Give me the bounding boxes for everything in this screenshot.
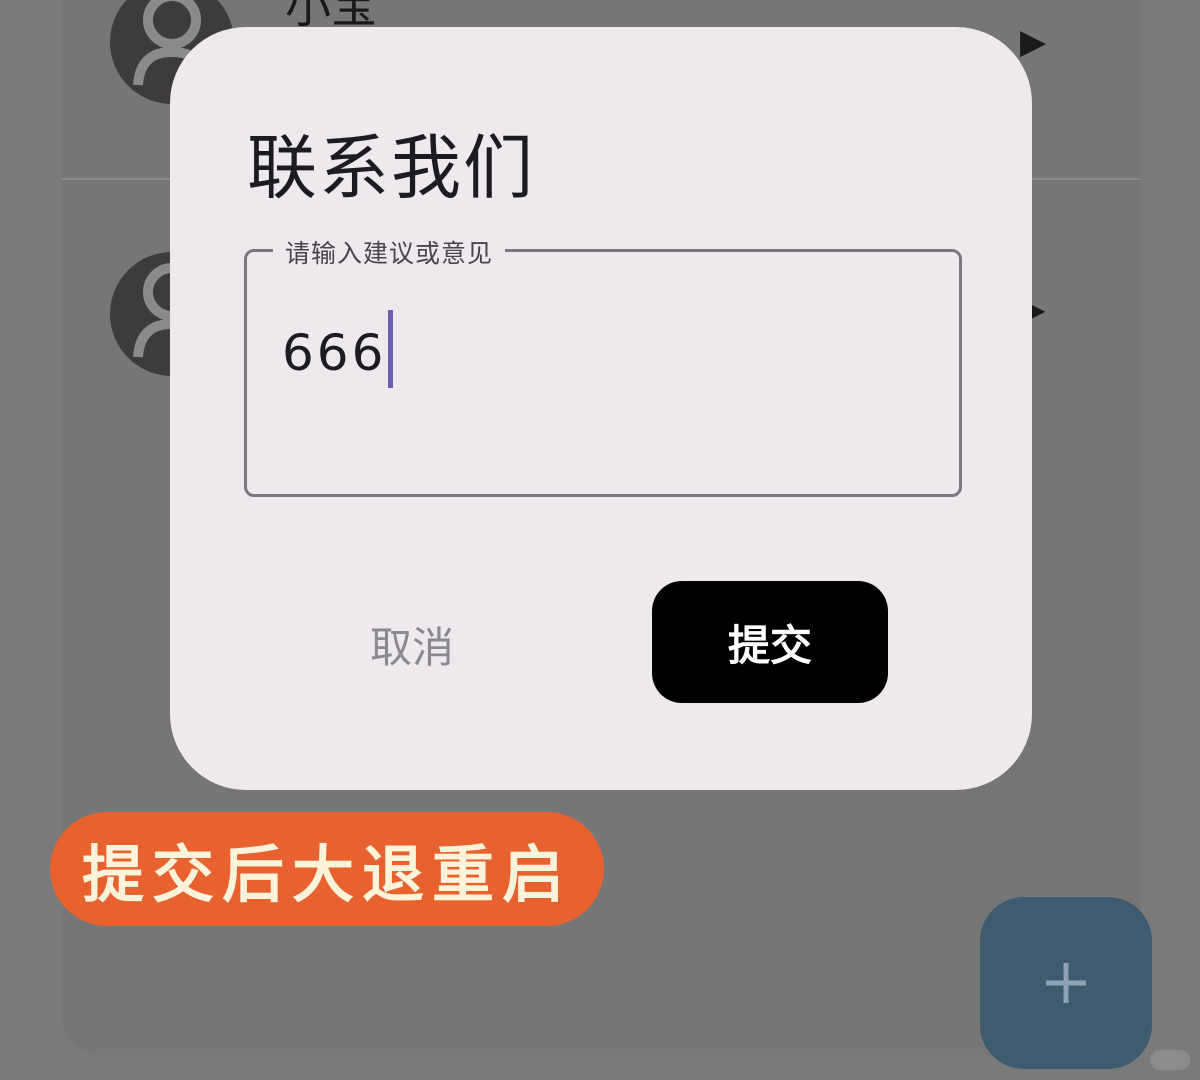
watermark	[1150, 1050, 1190, 1070]
feedback-textarea[interactable]: 请输入建议或意见 666	[244, 234, 962, 497]
text-caret	[388, 310, 394, 388]
chevron-right-icon[interactable]: ▶	[1020, 22, 1046, 62]
dialog-title: 联系我们	[247, 127, 535, 209]
feedback-field-label: 请输入建议或意见	[273, 234, 506, 270]
chevron-right-icon[interactable]: ▶	[1030, 298, 1045, 322]
submit-button[interactable]: 提交	[652, 581, 888, 703]
feedback-field-value[interactable]: 666	[282, 310, 394, 388]
add-fab-button[interactable]	[980, 897, 1152, 1069]
contact-dialog: 联系我们 请输入建议或意见 666 取消 提交	[170, 27, 1032, 790]
caption-banner: 提交后大退重启	[50, 812, 605, 926]
cancel-button[interactable]: 取消	[330, 592, 494, 696]
plus-icon	[1046, 963, 1086, 1003]
